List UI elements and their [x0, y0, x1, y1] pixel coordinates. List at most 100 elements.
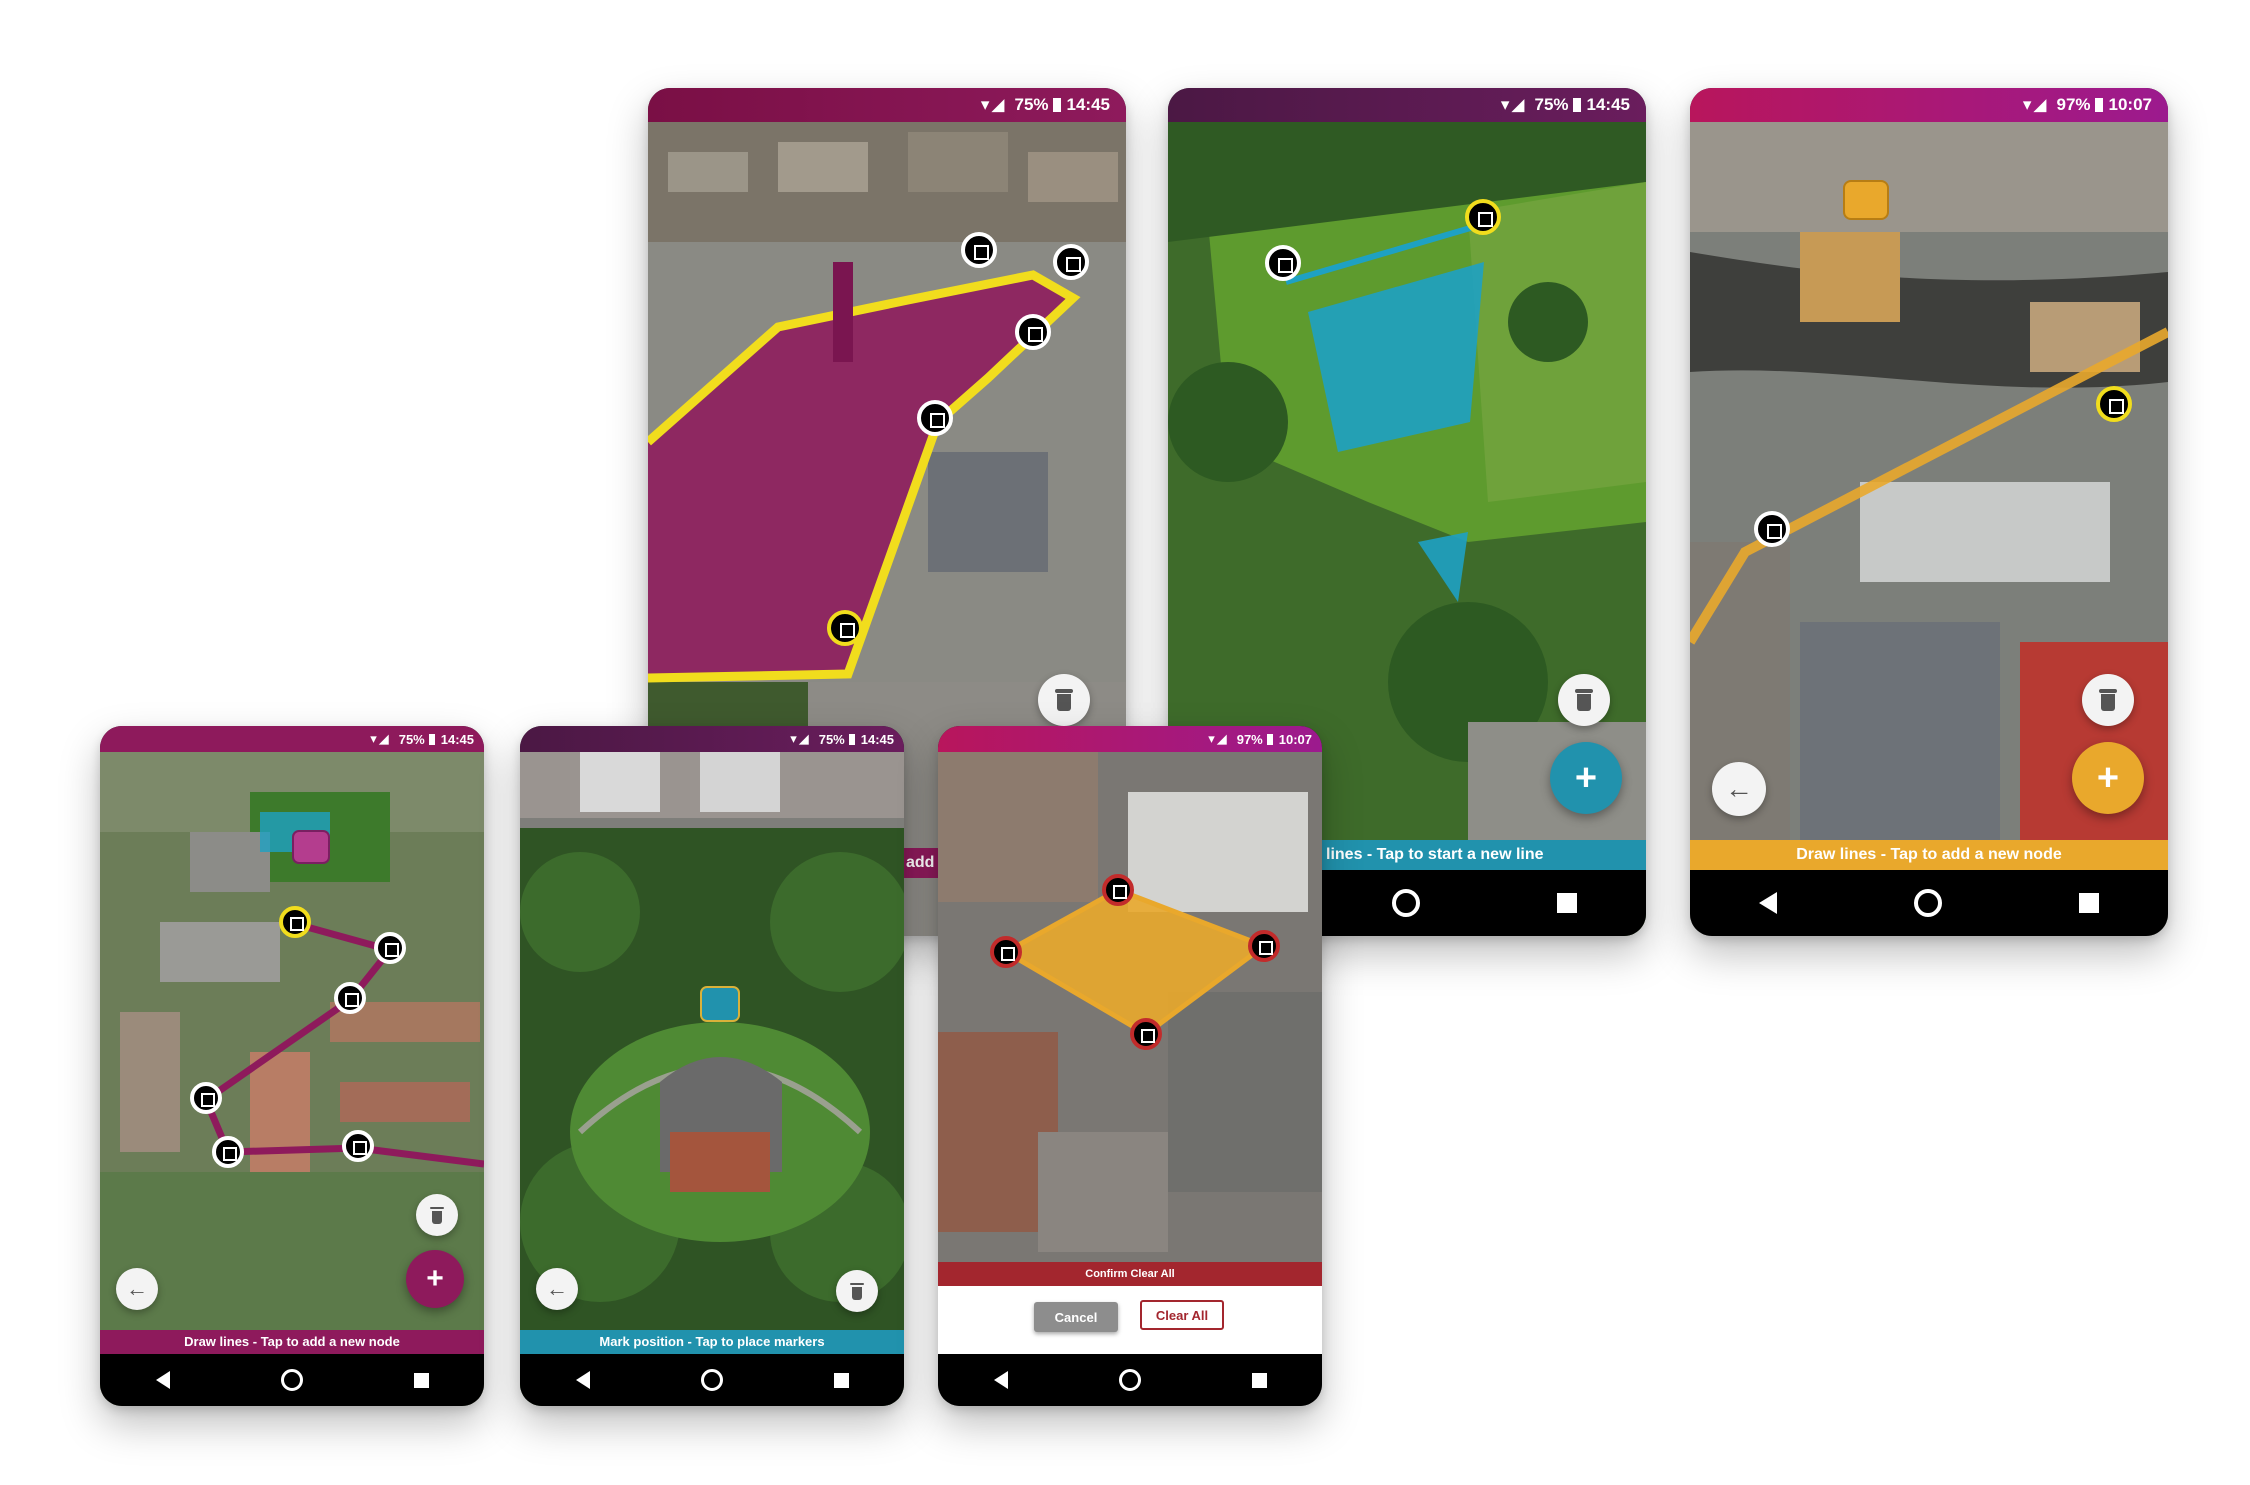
- plus-icon: +: [2096, 756, 2120, 799]
- wifi-signal-icon: ▾◢: [370, 731, 391, 746]
- trash-icon: [430, 1206, 444, 1224]
- node-marker-icon[interactable]: [1015, 314, 1051, 350]
- wifi-signal-icon: ▾◢: [980, 95, 1007, 114]
- node-marker-icon[interactable]: [334, 982, 366, 1014]
- system-nav-bar: [1690, 870, 2168, 936]
- wifi-signal-icon: ▾◢: [1208, 731, 1229, 746]
- node-marker-icon[interactable]: [827, 610, 863, 646]
- add-button[interactable]: +: [2072, 742, 2144, 814]
- node-marker-icon[interactable]: [1130, 1018, 1162, 1050]
- node-marker-icon[interactable]: [212, 1136, 244, 1168]
- nav-back-icon[interactable]: [155, 1371, 170, 1389]
- battery-icon: [428, 733, 435, 745]
- confirm-dialog: Cancel Clear All: [938, 1286, 1322, 1354]
- battery-percent: 97%: [2056, 95, 2091, 114]
- status-bar: ▾◢ 75% 14:45: [1168, 88, 1646, 122]
- plus-icon: +: [426, 1262, 444, 1295]
- nav-home-icon[interactable]: [700, 1369, 723, 1391]
- trash-button[interactable]: [2082, 674, 2134, 726]
- pin-marker-icon[interactable]: [1843, 180, 1889, 220]
- nav-back-icon[interactable]: [993, 1371, 1008, 1389]
- system-nav-bar: [938, 1354, 1322, 1406]
- phone-screen-mark-position: ▾◢ 75% 14:45 ← Mark position - Tap to pl…: [520, 726, 904, 1406]
- nav-back-icon[interactable]: [575, 1371, 590, 1389]
- status-bar: ▾◢ 97% 10:07: [938, 726, 1322, 752]
- nav-home-icon[interactable]: [1391, 889, 1420, 917]
- status-bar: ▾◢ 75% 14:45: [520, 726, 904, 752]
- battery-icon: [848, 733, 855, 745]
- trash-button[interactable]: [1038, 674, 1090, 726]
- battery-icon: [1266, 733, 1273, 745]
- clear-all-button[interactable]: Clear All: [1140, 1300, 1224, 1330]
- mode-bar: Mark position - Tap to place markers: [520, 1330, 904, 1354]
- node-marker-icon[interactable]: [961, 232, 997, 268]
- wifi-signal-icon: ▾◢: [790, 731, 811, 746]
- node-marker-icon[interactable]: [190, 1082, 222, 1114]
- cancel-button[interactable]: Cancel: [1034, 1302, 1118, 1332]
- plus-icon: +: [1574, 756, 1598, 799]
- status-bar: ▾◢ 75% 14:45: [648, 88, 1126, 122]
- clock: 14:45: [440, 731, 474, 747]
- trash-button[interactable]: [836, 1270, 878, 1312]
- phone-screen-confirm-clear: ▾◢ 97% 10:07 Confirm Clear All Cancel Cl…: [938, 726, 1322, 1406]
- battery-percent: 75%: [818, 731, 845, 747]
- nav-home-icon[interactable]: [1118, 1369, 1141, 1391]
- battery-percent: 75%: [1014, 95, 1049, 114]
- trash-button[interactable]: [1558, 674, 1610, 726]
- node-marker-icon[interactable]: [342, 1130, 374, 1162]
- battery-icon: [1572, 98, 1581, 112]
- battery-icon: [1052, 98, 1061, 112]
- battery-percent: 75%: [398, 731, 425, 747]
- nav-back-icon[interactable]: [1758, 892, 1777, 914]
- add-button[interactable]: +: [406, 1250, 464, 1308]
- map-view[interactable]: [938, 752, 1322, 1288]
- node-marker-icon[interactable]: [1265, 245, 1301, 281]
- node-marker-icon[interactable]: [279, 906, 311, 938]
- system-nav-bar: [100, 1354, 484, 1406]
- node-marker-icon[interactable]: [1465, 199, 1501, 235]
- node-marker-icon[interactable]: [374, 932, 406, 964]
- clock: 14:45: [1066, 95, 1110, 114]
- pin-marker-icon[interactable]: [292, 830, 330, 864]
- node-marker-icon[interactable]: [2096, 386, 2132, 422]
- trash-button[interactable]: [416, 1194, 458, 1236]
- back-arrow-icon: ←: [1725, 773, 1753, 804]
- phone-screen-lines-magenta: ▾◢ 75% 14:45 ← + Draw lines - Tap to add…: [100, 726, 484, 1406]
- nav-recent-icon[interactable]: [413, 1372, 429, 1388]
- node-marker-icon[interactable]: [1102, 874, 1134, 906]
- back-button[interactable]: ←: [116, 1268, 158, 1310]
- nav-home-icon[interactable]: [280, 1369, 303, 1391]
- clock: 14:45: [1586, 95, 1630, 114]
- battery-icon: [2094, 98, 2103, 112]
- add-button[interactable]: +: [1550, 742, 1622, 814]
- nav-recent-icon[interactable]: [2079, 893, 2100, 913]
- clock: 10:07: [1278, 731, 1312, 747]
- mode-bar: Draw lines - Tap to add a new node: [100, 1330, 484, 1354]
- back-arrow-icon: ←: [546, 1276, 568, 1301]
- nav-recent-icon[interactable]: [1251, 1372, 1267, 1388]
- back-button[interactable]: ←: [536, 1268, 578, 1310]
- node-marker-icon[interactable]: [917, 400, 953, 436]
- pin-marker-icon[interactable]: [700, 986, 740, 1022]
- back-arrow-icon: ←: [126, 1276, 148, 1301]
- back-button[interactable]: ←: [1712, 762, 1766, 816]
- wifi-signal-icon: ▾◢: [2022, 95, 2049, 114]
- nav-recent-icon[interactable]: [833, 1372, 849, 1388]
- system-nav-bar: [520, 1354, 904, 1406]
- clock: 14:45: [860, 731, 894, 747]
- trash-icon: [1575, 689, 1593, 712]
- node-marker-icon[interactable]: [1754, 511, 1790, 547]
- clock: 10:07: [2108, 95, 2152, 114]
- nav-home-icon[interactable]: [1913, 889, 1942, 917]
- node-marker-icon[interactable]: [1053, 244, 1089, 280]
- battery-percent: 75%: [1534, 95, 1569, 114]
- phone-screen-lines-amber: ▾◢ 97% 10:07 ← + Draw lines - Tap to add…: [1690, 88, 2168, 936]
- status-bar: ▾◢ 97% 10:07: [1690, 88, 2168, 122]
- mode-bar: Draw lines - Tap to add a new node: [1690, 840, 2168, 870]
- wifi-signal-icon: ▾◢: [1500, 95, 1527, 114]
- node-marker-icon[interactable]: [990, 936, 1022, 968]
- nav-recent-icon[interactable]: [1557, 893, 1578, 913]
- status-bar: ▾◢ 75% 14:45: [100, 726, 484, 752]
- node-marker-icon[interactable]: [1248, 930, 1280, 962]
- trash-icon: [850, 1282, 864, 1300]
